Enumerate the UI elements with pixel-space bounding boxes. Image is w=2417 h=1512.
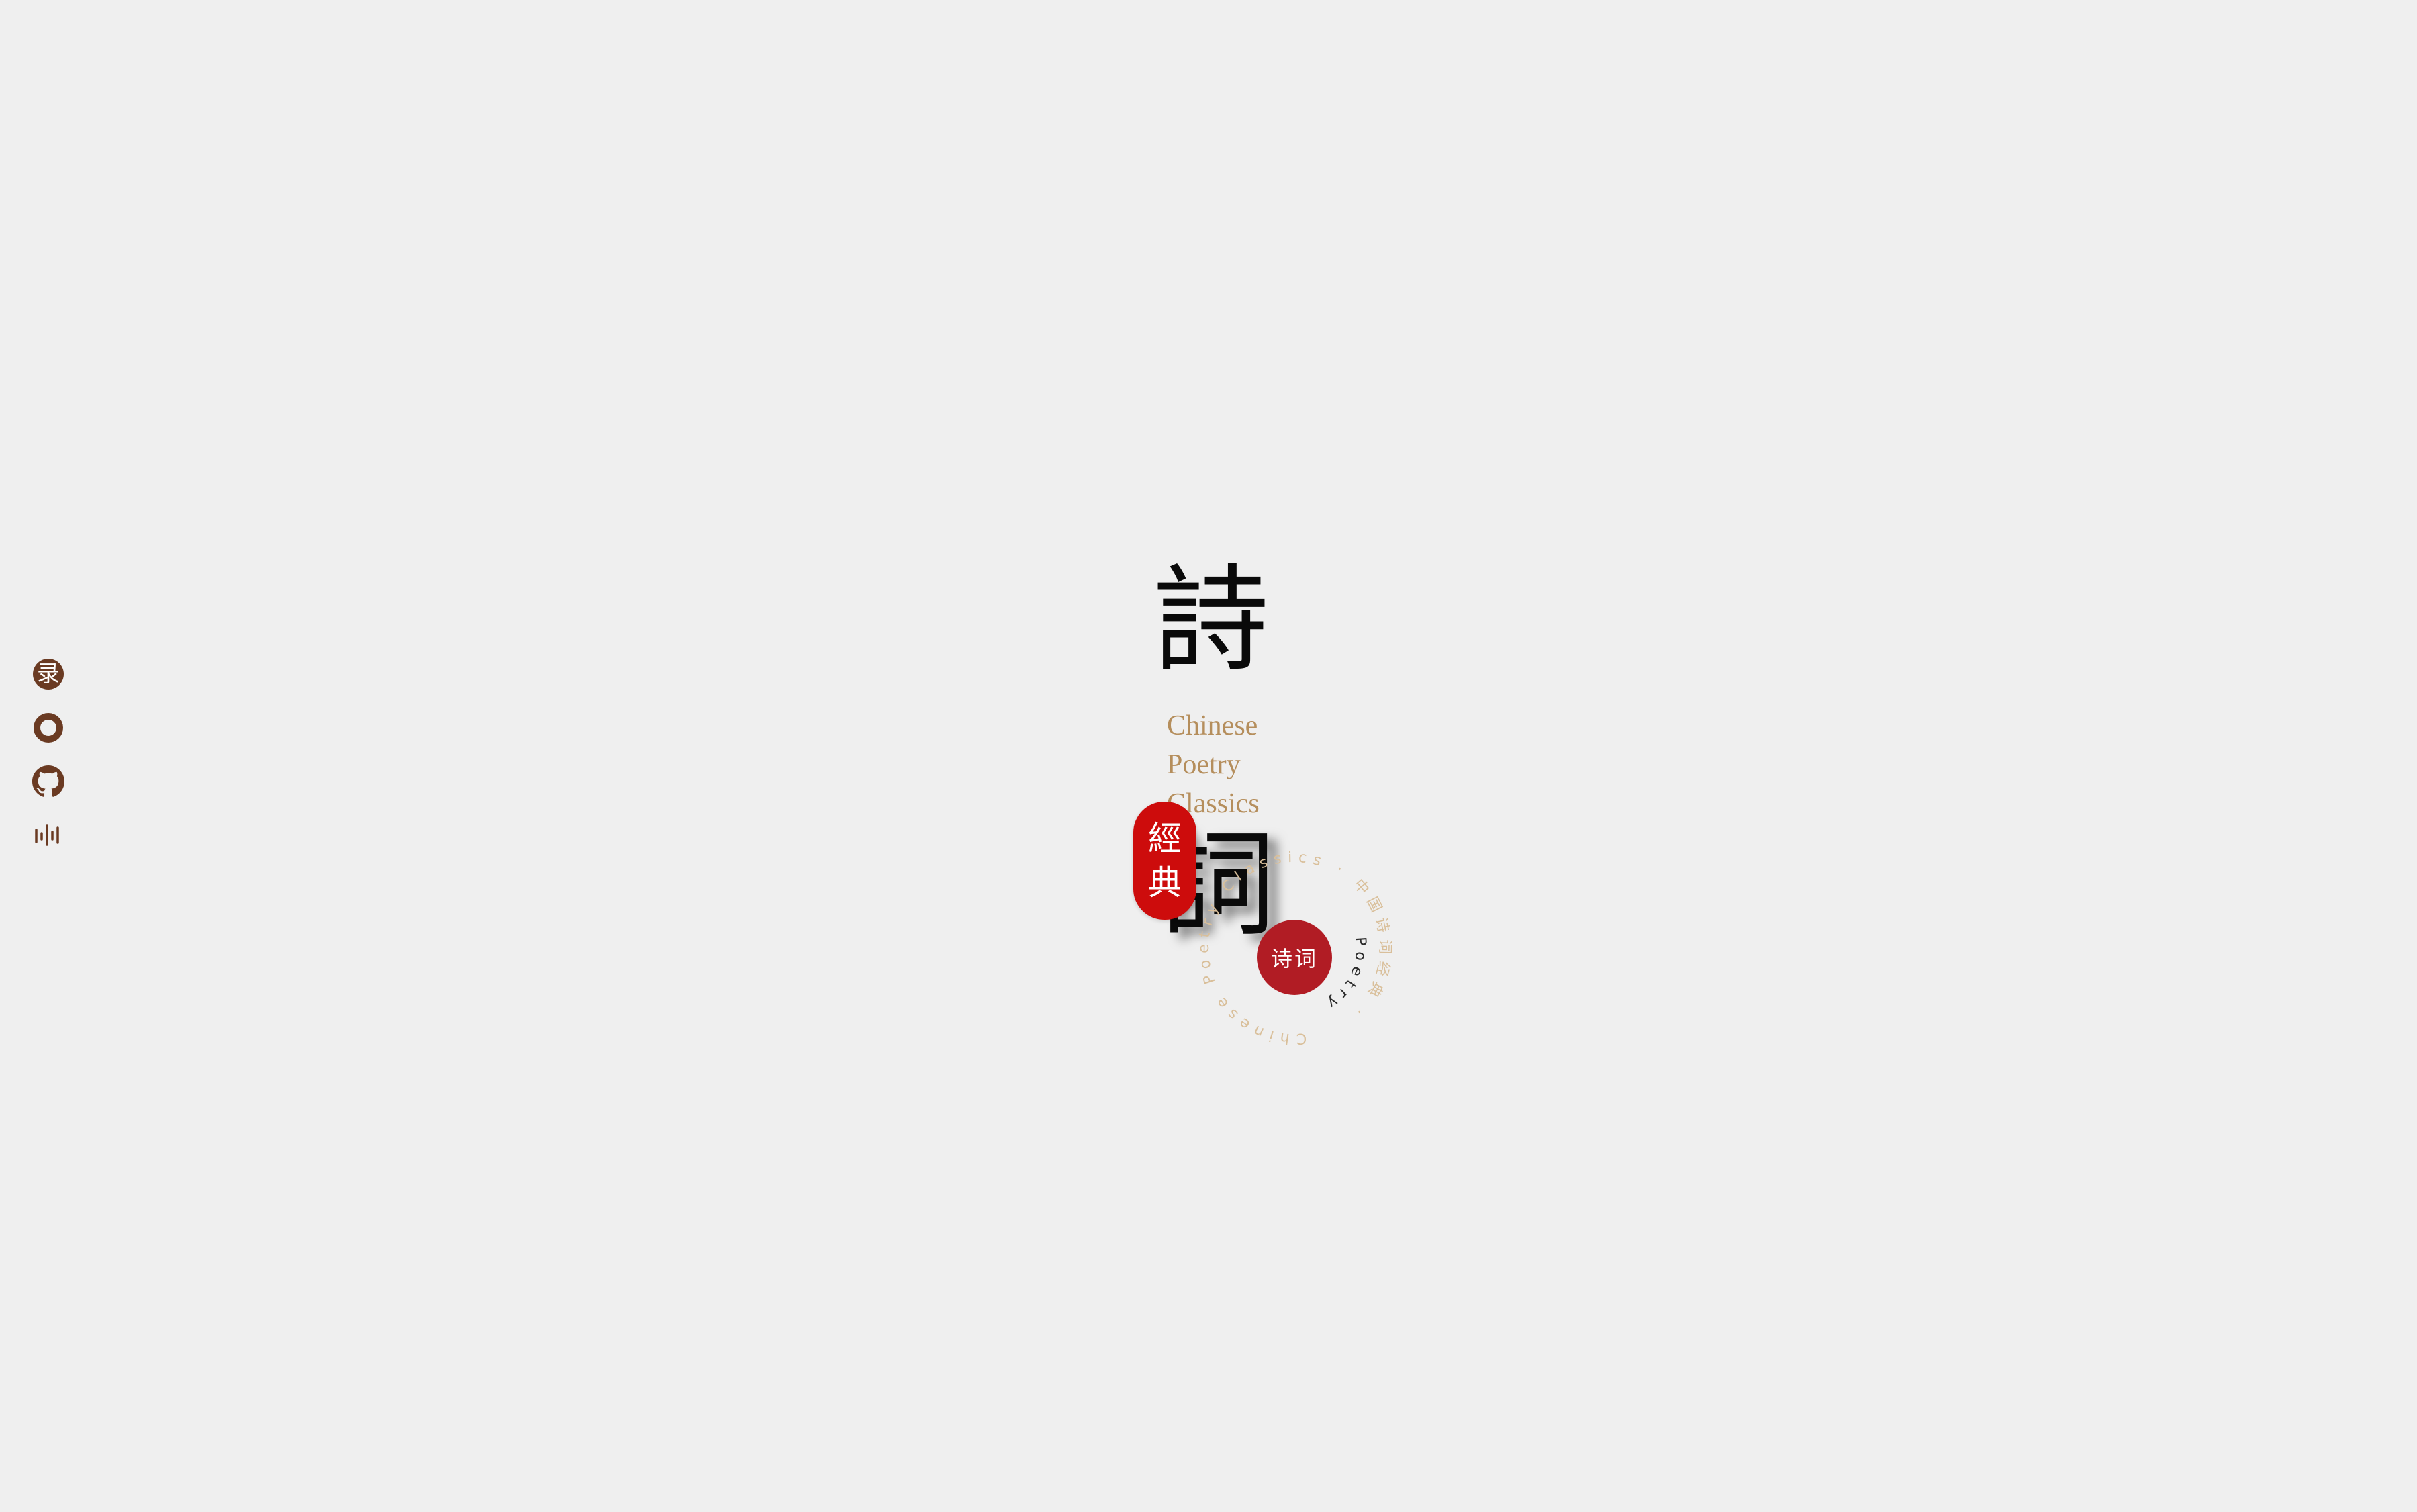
seal-char-2: 典 [1148,863,1182,902]
title-shi: 詩 [1153,553,1269,688]
lu-seal-icon: 录 [33,659,64,690]
shici-badge-button[interactable]: 诗词 [1257,920,1332,995]
sound-wave-icon [35,824,59,846]
subtitle-line-1: Chinese [1167,710,1258,741]
lu-seal-button[interactable]: 录 [32,658,64,690]
ring-button[interactable] [32,712,64,744]
subtitle-line-2: Poetry [1167,749,1241,780]
github-button[interactable] [32,765,64,798]
subtitle: Chinese Poetry Classics [1167,706,1315,823]
github-icon [32,765,64,797]
jingdian-seal: 經 典 [1133,802,1196,920]
sound-wave-button[interactable] [32,819,64,851]
seal-char-1: 經 [1148,819,1182,858]
ring-icon [34,713,63,743]
lu-seal-label: 录 [37,661,60,688]
badge-label: 诗词 [1270,946,1318,972]
